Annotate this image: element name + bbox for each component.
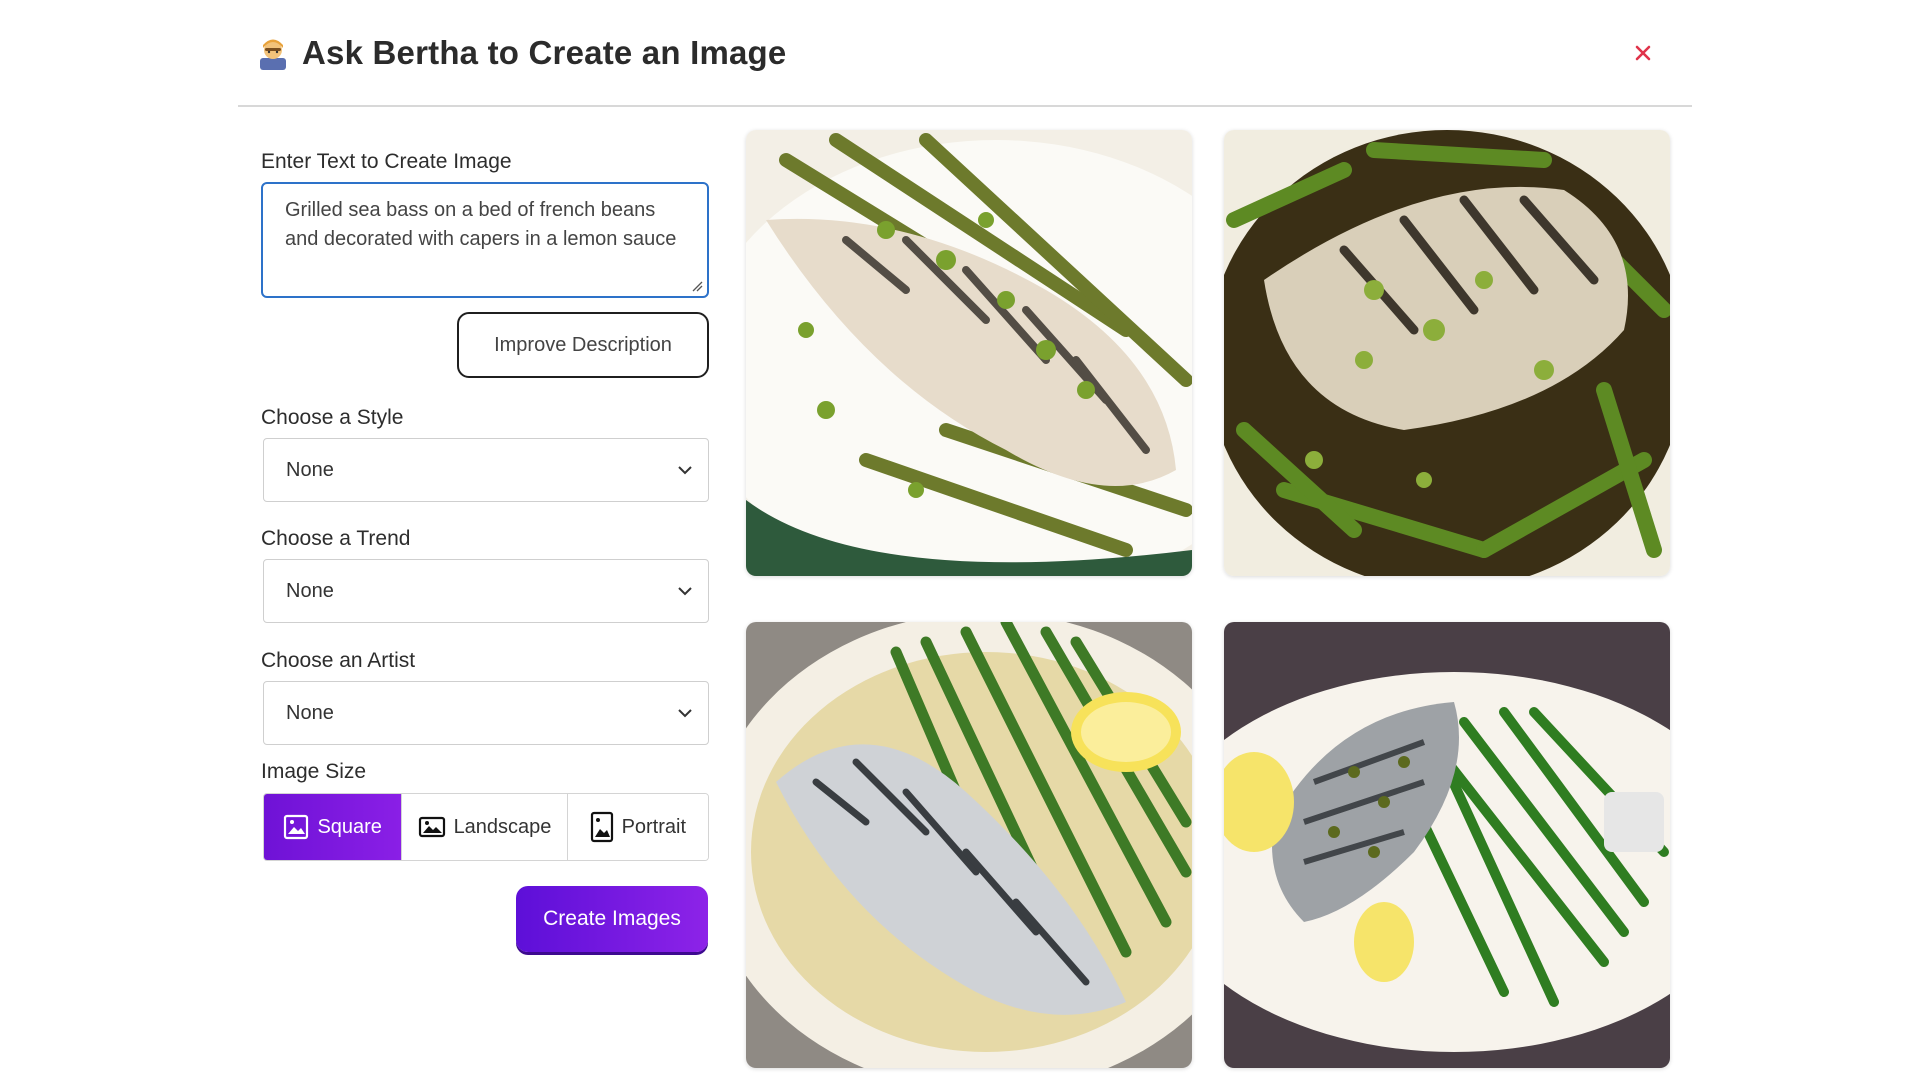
trend-label: Choose a Trend <box>261 527 411 550</box>
trend-select[interactable]: None <box>263 559 709 623</box>
create-image-dialog: Ask Bertha to Create an Image Enter Text… <box>238 0 1692 1080</box>
style-select[interactable]: None <box>263 438 709 502</box>
food-photo-icon <box>746 622 1192 1068</box>
artist-select[interactable]: None <box>263 681 709 745</box>
size-option-landscape[interactable]: Landscape <box>401 794 567 860</box>
prompt-textarea[interactable]: Grilled sea bass on a bed of french bean… <box>261 182 709 298</box>
trend-value: None <box>286 579 334 602</box>
close-button[interactable] <box>1630 40 1656 66</box>
food-photo-icon <box>1224 622 1670 1068</box>
size-option-label: Landscape <box>453 815 552 838</box>
chevron-down-icon <box>678 587 692 596</box>
landscape-image-icon <box>418 816 446 838</box>
image-size-toggle: Square Landscape Portrait <box>263 793 709 861</box>
square-image-icon <box>283 814 309 840</box>
chevron-down-icon <box>678 709 692 718</box>
generated-image-1[interactable] <box>746 130 1192 576</box>
style-label: Choose a Style <box>261 406 404 429</box>
dialog-title: Ask Bertha to Create an Image <box>302 34 787 71</box>
generated-image-4[interactable] <box>1224 622 1670 1068</box>
image-size-label: Image Size <box>261 760 367 783</box>
size-option-portrait[interactable]: Portrait <box>566 794 708 860</box>
prompt-label: Enter Text to Create Image <box>261 150 512 173</box>
resize-grip-icon[interactable] <box>691 280 703 292</box>
close-icon <box>1635 45 1651 61</box>
food-photo-icon <box>1224 130 1670 576</box>
chevron-down-icon <box>678 466 692 475</box>
title-wrap: Ask Bertha to Create an Image <box>256 34 786 72</box>
create-images-button[interactable]: Create Images <box>516 886 708 952</box>
improve-description-button[interactable]: Improve Description <box>457 312 709 378</box>
bertha-avatar-icon <box>260 39 286 70</box>
artist-value: None <box>286 701 334 724</box>
size-option-label: Square <box>317 815 382 838</box>
prompt-text: Grilled sea bass on a bed of french bean… <box>285 199 677 250</box>
artist-label: Choose an Artist <box>261 649 416 672</box>
style-value: None <box>286 458 334 481</box>
portrait-image-icon <box>590 811 614 843</box>
size-option-label: Portrait <box>621 815 687 838</box>
food-photo-icon <box>746 130 1192 576</box>
generated-image-3[interactable] <box>746 622 1192 1068</box>
dialog-header: Ask Bertha to Create an Image <box>238 0 1692 107</box>
generated-image-2[interactable] <box>1224 130 1670 576</box>
size-option-square[interactable]: Square <box>264 794 402 860</box>
